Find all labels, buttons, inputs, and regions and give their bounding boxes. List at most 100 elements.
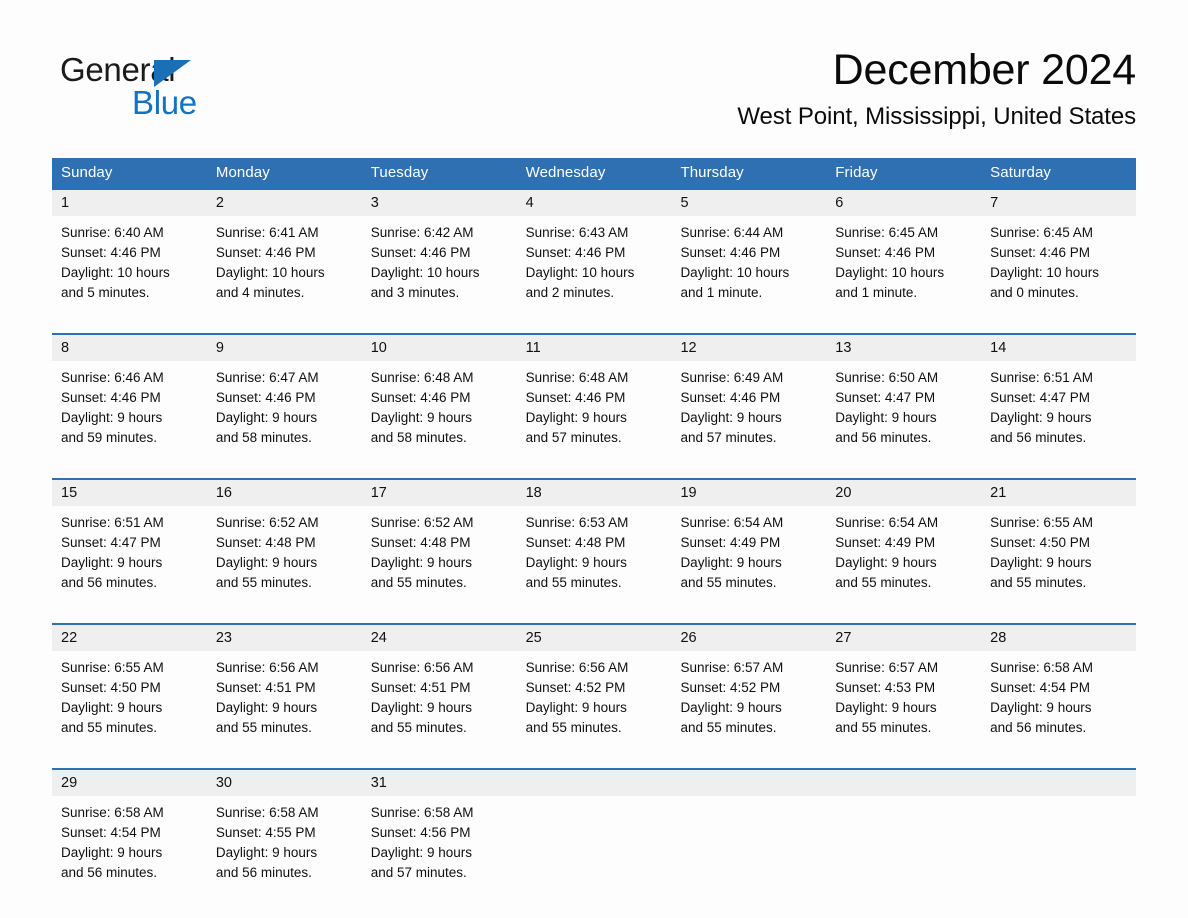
day-sun-info: Sunrise: 6:56 AM Sunset: 4:52 PM Daylight:…	[517, 651, 672, 748]
day-sunset-text: Sunset: 4:46 PM	[990, 245, 1090, 260]
day-sunrise-text: Sunrise: 6:55 AM	[61, 660, 164, 675]
day-daylight1-text: Daylight: 9 hours	[525, 700, 627, 715]
day-sun-info: Sunrise: 6:58 AM Sunset: 4:55 PM Daylight:…	[207, 796, 362, 893]
general-blue-logo[interactable]: General Blue	[60, 52, 260, 128]
day-sun-info: Sunrise: 6:51 AM Sunset: 4:47 PM Daylight:…	[981, 361, 1136, 458]
day-daylight1-text: Daylight: 10 hours	[215, 265, 325, 280]
day-sunrise-text: Sunrise: 6:52 AM	[215, 515, 319, 530]
day-daylight2-text: and 58 minutes.	[370, 430, 467, 445]
day-number: 24	[361, 625, 517, 651]
day-cell[interactable]: 22 Sunrise: 6:55 AM Sunset: 4:50 PM Dayligh…	[52, 625, 207, 748]
day-sunrise-text: Sunrise: 6:52 AM	[370, 515, 474, 530]
weekday-header-friday: Friday	[835, 164, 878, 181]
day-cell[interactable]: 7 Sunrise: 6:45 AM Sunset: 4:46 PM Daylight…	[981, 190, 1137, 313]
day-cell[interactable]: 11 Sunrise: 6:48 AM Sunset: 4:46 PM Dayligh…	[516, 335, 672, 458]
day-number: 10	[361, 335, 517, 361]
day-daylight2-text: and 56 minutes.	[990, 430, 1087, 445]
day-sunrise-text: Sunrise: 6:56 AM	[525, 660, 629, 675]
week-cells: 15 Sunrise: 6:51 AM Sunset: 4:47 PM Dayligh…	[52, 480, 1137, 603]
day-sun-info	[826, 796, 981, 892]
day-number: 19	[671, 480, 827, 506]
day-sunset-text: Sunset: 4:46 PM	[370, 390, 471, 405]
day-sun-info: Sunrise: 6:54 AM Sunset: 4:49 PM Daylight:…	[671, 506, 826, 603]
day-cell[interactable]: 5 Sunrise: 6:44 AM Sunset: 4:46 PM Daylight…	[671, 190, 827, 313]
day-cell[interactable]: 13 Sunrise: 6:50 AM Sunset: 4:47 PM Dayligh…	[826, 335, 982, 458]
day-cell[interactable]: 20 Sunrise: 6:54 AM Sunset: 4:49 PM Dayligh…	[826, 480, 982, 603]
day-sunset-text: Sunset: 4:46 PM	[680, 245, 781, 260]
day-sun-info	[517, 796, 672, 892]
day-sunrise-text: Sunrise: 6:40 AM	[61, 225, 164, 240]
day-number: 26	[671, 625, 827, 651]
day-daylight1-text: Daylight: 9 hours	[990, 555, 1092, 570]
day-number	[826, 770, 982, 796]
day-sunrise-text: Sunrise: 6:57 AM	[680, 660, 784, 675]
day-cell[interactable]: 2 Sunrise: 6:41 AM Sunset: 4:46 PM Daylight…	[206, 190, 362, 313]
day-number: 13	[826, 335, 982, 361]
day-daylight2-text: and 56 minutes.	[61, 865, 158, 880]
day-cell[interactable]: 30 Sunrise: 6:58 AM Sunset: 4:55 PM Dayligh…	[206, 770, 362, 893]
day-sun-info: Sunrise: 6:58 AM Sunset: 4:56 PM Daylight:…	[362, 796, 517, 893]
day-number: 14	[981, 335, 1137, 361]
day-cell[interactable]: 17 Sunrise: 6:52 AM Sunset: 4:48 PM Dayligh…	[361, 480, 517, 603]
day-number: 18	[516, 480, 672, 506]
day-sunrise-text: Sunrise: 6:55 AM	[990, 515, 1093, 530]
day-cell-empty	[516, 770, 672, 893]
day-number: 1	[52, 190, 207, 216]
day-daylight2-text: and 3 minutes.	[370, 285, 460, 300]
day-cell[interactable]: 8 Sunrise: 6:46 AM Sunset: 4:46 PM Daylight…	[52, 335, 207, 458]
day-cell[interactable]: 21 Sunrise: 6:55 AM Sunset: 4:50 PM Dayligh…	[981, 480, 1137, 603]
day-cell[interactable]: 18 Sunrise: 6:53 AM Sunset: 4:48 PM Dayligh…	[516, 480, 672, 603]
day-number: 12	[671, 335, 827, 361]
day-cell[interactable]: 4 Sunrise: 6:43 AM Sunset: 4:46 PM Daylight…	[516, 190, 672, 313]
day-sunset-text: Sunset: 4:50 PM	[990, 535, 1090, 550]
calendar-weeks: 1 Sunrise: 6:40 AM Sunset: 4:46 PM Daylight…	[52, 188, 1137, 893]
day-sunrise-text: Sunrise: 6:41 AM	[215, 225, 319, 240]
day-sunset-text: Sunset: 4:49 PM	[835, 535, 936, 550]
day-sunrise-text: Sunrise: 6:51 AM	[61, 515, 164, 530]
day-sunrise-text: Sunrise: 6:47 AM	[215, 370, 319, 385]
day-daylight2-text: and 4 minutes.	[215, 285, 305, 300]
day-sunrise-text: Sunrise: 6:54 AM	[835, 515, 939, 530]
day-sunset-text: Sunset: 4:47 PM	[990, 390, 1090, 405]
day-cell[interactable]: 23 Sunrise: 6:56 AM Sunset: 4:51 PM Dayligh…	[206, 625, 362, 748]
day-daylight1-text: Daylight: 9 hours	[370, 555, 473, 570]
day-cell[interactable]: 3 Sunrise: 6:42 AM Sunset: 4:46 PM Daylight…	[361, 190, 517, 313]
day-sun-info: Sunrise: 6:40 AM Sunset: 4:46 PM Daylight:…	[52, 216, 207, 313]
day-sun-info: Sunrise: 6:56 AM Sunset: 4:51 PM Daylight:…	[207, 651, 362, 748]
day-cell[interactable]: 14 Sunrise: 6:51 AM Sunset: 4:47 PM Dayligh…	[981, 335, 1137, 458]
day-sunrise-text: Sunrise: 6:58 AM	[370, 805, 474, 820]
day-cell[interactable]: 12 Sunrise: 6:49 AM Sunset: 4:46 PM Dayligh…	[671, 335, 827, 458]
day-cell[interactable]: 24 Sunrise: 6:56 AM Sunset: 4:51 PM Dayligh…	[361, 625, 517, 748]
day-cell[interactable]: 28 Sunrise: 6:58 AM Sunset: 4:54 PM Dayligh…	[981, 625, 1137, 748]
day-sun-info: Sunrise: 6:55 AM Sunset: 4:50 PM Daylight:…	[981, 506, 1136, 603]
day-sunset-text: Sunset: 4:48 PM	[525, 535, 626, 550]
day-number: 22	[52, 625, 207, 651]
day-cell[interactable]: 29 Sunrise: 6:58 AM Sunset: 4:54 PM Dayligh…	[52, 770, 207, 893]
day-sunrise-text: Sunrise: 6:44 AM	[680, 225, 784, 240]
day-daylight1-text: Daylight: 9 hours	[990, 700, 1092, 715]
day-cell[interactable]: 31 Sunrise: 6:58 AM Sunset: 4:56 PM Dayligh…	[361, 770, 517, 893]
day-number: 20	[826, 480, 982, 506]
day-sunset-text: Sunset: 4:46 PM	[370, 245, 471, 260]
weekday-header-saturday: Saturday	[990, 164, 1051, 181]
day-sunset-text: Sunset: 4:55 PM	[215, 825, 316, 840]
day-cell[interactable]: 19 Sunrise: 6:54 AM Sunset: 4:49 PM Dayligh…	[671, 480, 827, 603]
day-daylight1-text: Daylight: 9 hours	[215, 845, 318, 860]
day-daylight2-text: and 55 minutes.	[370, 575, 467, 590]
day-sun-info: Sunrise: 6:56 AM Sunset: 4:51 PM Daylight:…	[362, 651, 517, 748]
day-cell[interactable]: 16 Sunrise: 6:52 AM Sunset: 4:48 PM Dayligh…	[206, 480, 362, 603]
day-cell[interactable]: 27 Sunrise: 6:57 AM Sunset: 4:53 PM Dayligh…	[826, 625, 982, 748]
day-cell[interactable]: 9 Sunrise: 6:47 AM Sunset: 4:46 PM Daylight…	[206, 335, 362, 458]
day-cell[interactable]: 10 Sunrise: 6:48 AM Sunset: 4:46 PM Dayligh…	[361, 335, 517, 458]
day-sun-info: Sunrise: 6:57 AM Sunset: 4:52 PM Daylight:…	[671, 651, 826, 748]
week-cells: 22 Sunrise: 6:55 AM Sunset: 4:50 PM Dayligh…	[52, 625, 1137, 748]
day-cell[interactable]: 6 Sunrise: 6:45 AM Sunset: 4:46 PM Daylight…	[826, 190, 982, 313]
day-cell[interactable]: 15 Sunrise: 6:51 AM Sunset: 4:47 PM Dayligh…	[52, 480, 207, 603]
day-cell[interactable]: 26 Sunrise: 6:57 AM Sunset: 4:52 PM Dayligh…	[671, 625, 827, 748]
day-daylight2-text: and 56 minutes.	[835, 430, 932, 445]
day-sun-info: Sunrise: 6:53 AM Sunset: 4:48 PM Daylight:…	[517, 506, 672, 603]
day-daylight1-text: Daylight: 10 hours	[990, 265, 1099, 280]
day-cell[interactable]: 25 Sunrise: 6:56 AM Sunset: 4:52 PM Dayligh…	[516, 625, 672, 748]
day-cell-empty	[826, 770, 982, 893]
day-cell[interactable]: 1 Sunrise: 6:40 AM Sunset: 4:46 PM Daylight…	[52, 190, 207, 313]
